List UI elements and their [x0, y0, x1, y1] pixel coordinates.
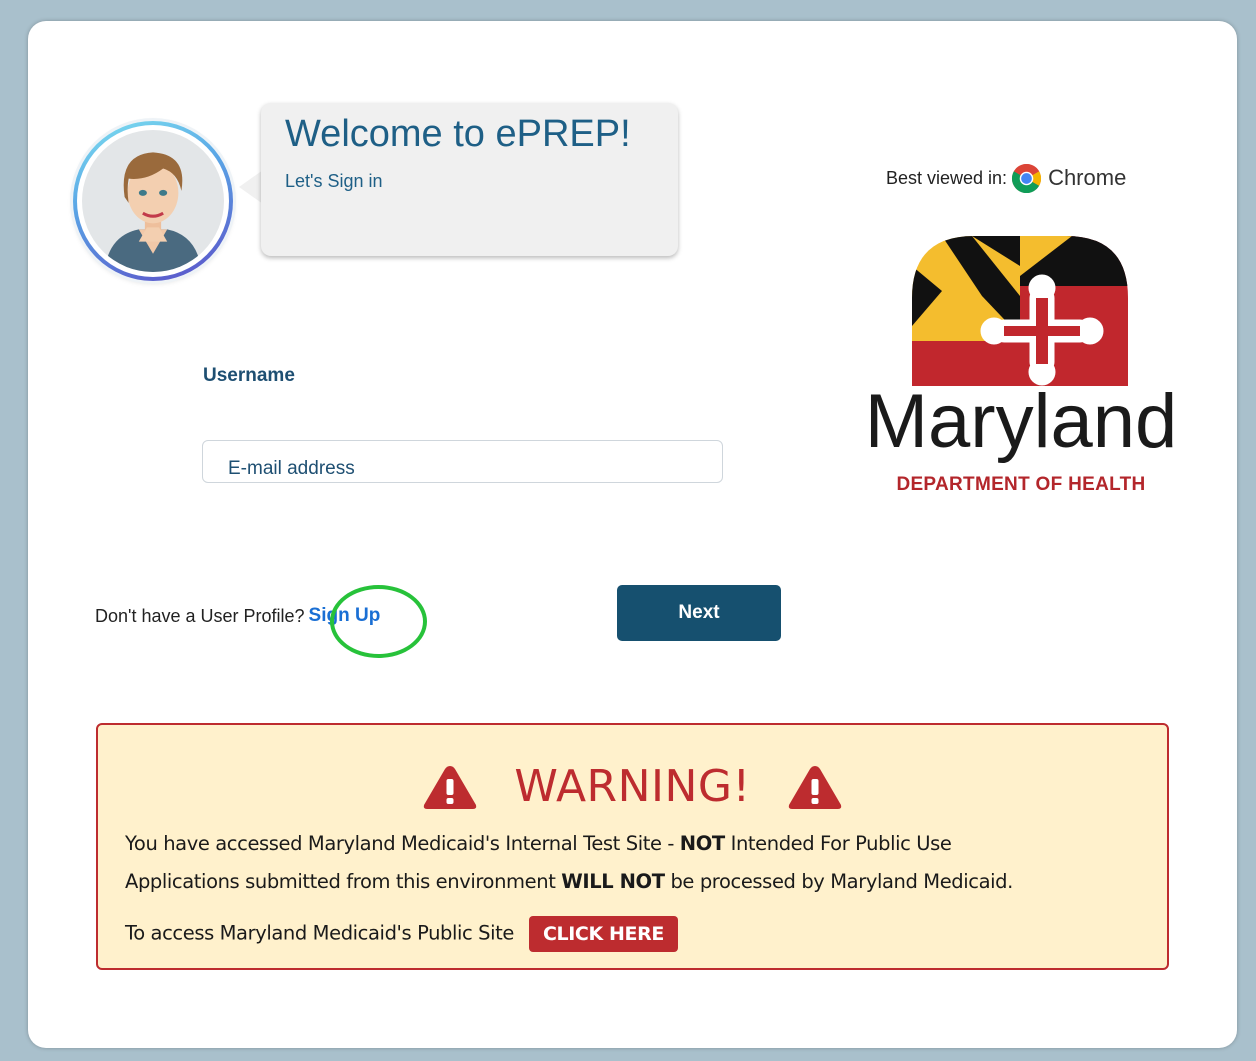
signup-link[interactable]: Sign Up [309, 605, 381, 627]
warning-line-text: To access Maryland Medicaid's Public Sit… [125, 921, 515, 945]
warning-triangle-icon [424, 766, 477, 809]
best-viewed-label: Best viewed in: [886, 167, 1008, 188]
signup-prompt: Don't have a User Profile? [95, 605, 305, 626]
warning-triangle-icon [788, 766, 841, 809]
warning-line-not-processed: Applications submitted from this environ… [125, 870, 1013, 893]
warning-line-text: Intended For Public Use [724, 832, 952, 855]
chrome-icon [1012, 163, 1042, 193]
assistant-avatar [73, 121, 233, 281]
welcome-bubble: Welcome to ePREP! Let's Sign in [261, 103, 678, 256]
signup-row: Don't have a User Profile? Sign Up [95, 605, 380, 627]
assistant-avatar-illustration [82, 130, 224, 272]
username-label: Username [203, 365, 295, 386]
chrome-label: Chrome [1048, 165, 1127, 190]
maryland-flag-icon [912, 236, 1128, 386]
welcome-title: Welcome to ePREP! [285, 113, 631, 155]
warning-emphasis: WILL NOT [561, 870, 665, 893]
warning-emphasis: NOT [679, 832, 725, 855]
warning-line-text: Applications submitted from this environ… [125, 870, 562, 893]
warning-line-text: be processed by Maryland Medicaid. [664, 870, 1013, 893]
email-input[interactable] [202, 440, 723, 483]
warning-line-public-site: To access Maryland Medicaid's Public Sit… [125, 916, 678, 952]
speech-bubble-tail [239, 170, 263, 204]
maryland-wordmark: Maryland [864, 379, 1178, 464]
browser-recommendation: Best viewed in: Chrome [886, 163, 1126, 193]
welcome-subtitle: Let's Sign in [285, 171, 383, 191]
department-of-health-text: DEPARTMENT OF HEALTH [896, 474, 1146, 495]
click-here-button[interactable]: CLICK HERE [529, 916, 678, 952]
warning-banner: WARNING! You have accessed Maryland Medi… [96, 723, 1169, 970]
warning-title: WARNING! [514, 761, 751, 812]
maryland-health-logo: Maryland DEPARTMENT OF HEALTH [846, 236, 1196, 498]
warning-line-internal-site: You have accessed Maryland Medicaid's In… [125, 832, 952, 855]
warning-heading: WARNING! [98, 763, 1167, 811]
warning-line-text: You have accessed Maryland Medicaid's In… [125, 832, 680, 855]
next-button[interactable]: Next [617, 585, 781, 641]
